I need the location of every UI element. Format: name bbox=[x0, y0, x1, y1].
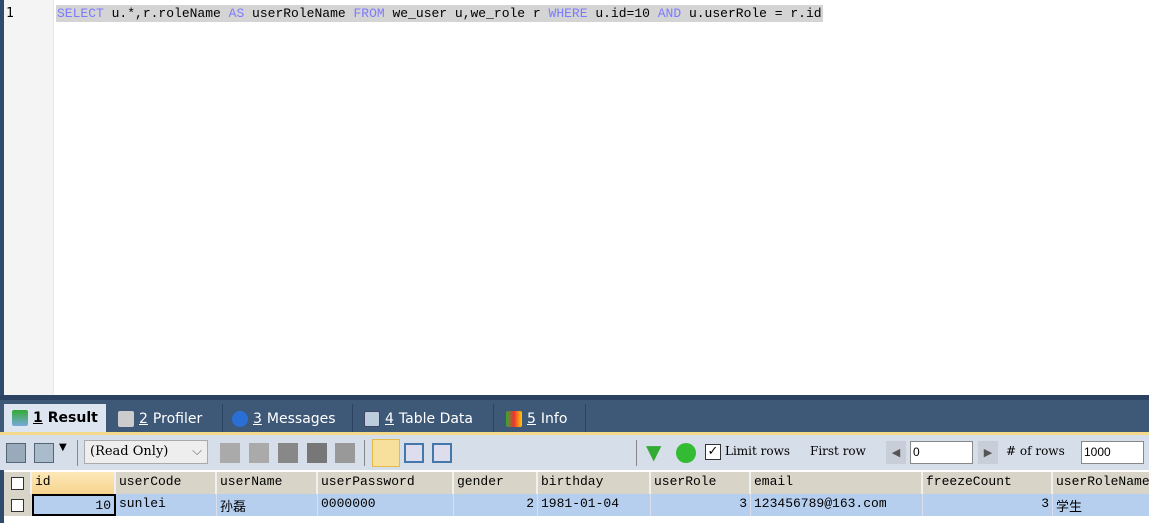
tab-result[interactable]: 1 Result bbox=[4, 404, 106, 432]
sql-token: u.userRole = r.id bbox=[681, 6, 822, 21]
save-icon[interactable] bbox=[278, 443, 298, 463]
form-view-icon[interactable] bbox=[404, 443, 424, 463]
tab-number: 2 bbox=[139, 411, 148, 427]
grid-cell[interactable]: 0000000 bbox=[318, 494, 454, 516]
tab-label: Messages bbox=[266, 411, 336, 427]
line-gutter: 1 bbox=[4, 0, 54, 395]
grid-cell[interactable]: 1981-01-04 bbox=[538, 494, 651, 516]
sql-token: userRoleName bbox=[244, 6, 354, 21]
grid-cell[interactable]: 学生 bbox=[1053, 494, 1149, 516]
sql-keyword: SELECT bbox=[57, 6, 104, 21]
sql-token: u.*,r.roleName bbox=[103, 6, 229, 21]
column-header-userPassword[interactable]: userPassword bbox=[318, 472, 454, 494]
sql-token: u.id=10 bbox=[587, 6, 658, 21]
checkbox-box bbox=[10, 476, 24, 490]
column-header-gender[interactable]: gender bbox=[454, 472, 538, 494]
grid-cell[interactable]: 孙磊 bbox=[217, 494, 318, 516]
sql-token: we_user u,we_role r bbox=[384, 6, 549, 21]
sql-editor[interactable]: 1 SELECT u.*,r.roleName AS userRoleName … bbox=[4, 0, 1149, 395]
sql-keyword: AS bbox=[228, 6, 245, 21]
previous-page-button[interactable]: ◀ bbox=[886, 441, 906, 464]
grid-cell[interactable]: 2 bbox=[454, 494, 538, 516]
tab-label: Profiler bbox=[152, 411, 203, 427]
sql-keyword: FROM bbox=[353, 6, 385, 21]
tab-label: Result bbox=[47, 410, 98, 426]
tab-number: 4 bbox=[385, 411, 394, 427]
tab-divider bbox=[585, 404, 586, 432]
toolbar-divider bbox=[77, 440, 78, 466]
table-icon bbox=[364, 411, 380, 427]
table-row[interactable]: 10 sunlei 孙磊 0000000 2 1981-01-04 3 123456789@1… bbox=[4, 494, 1149, 516]
tab-number: 1 bbox=[33, 410, 43, 426]
chevron-down-icon: ⌵ bbox=[192, 444, 202, 459]
column-header-email[interactable]: email bbox=[751, 472, 923, 494]
column-header-userRoleName[interactable]: userRoleName bbox=[1053, 472, 1149, 494]
filter-icon[interactable]: ▼ bbox=[646, 440, 661, 464]
export-icon[interactable] bbox=[6, 443, 26, 463]
sql-keyword: AND bbox=[657, 6, 682, 21]
num-rows-label: # of rows bbox=[1006, 444, 1065, 458]
grid-cell[interactable]: 123456789@163.com bbox=[751, 494, 923, 516]
result-tab-bar: 1 Result 2 Profiler 3 Messages 4 Table Data … bbox=[0, 395, 1149, 432]
cancel-changes-icon[interactable] bbox=[335, 443, 355, 463]
info-blocks-icon bbox=[506, 411, 522, 427]
column-header-userName[interactable]: userName bbox=[217, 472, 318, 494]
grid-cell[interactable]: sunlei bbox=[116, 494, 217, 516]
grid-header-row: id userCode userName userPassword gender birt… bbox=[4, 472, 1149, 494]
info-bubble-icon bbox=[232, 411, 248, 427]
grid-cell[interactable]: 10 bbox=[32, 494, 116, 516]
sql-keyword: WHERE bbox=[548, 6, 588, 21]
num-rows-input[interactable]: 1000 bbox=[1081, 441, 1144, 464]
tab-divider bbox=[222, 404, 223, 432]
column-header-userCode[interactable]: userCode bbox=[116, 472, 217, 494]
select-value: (Read Only) bbox=[90, 444, 169, 459]
tab-label: Info bbox=[540, 411, 568, 427]
toolbar-divider bbox=[364, 440, 365, 466]
first-row-input[interactable]: 0 bbox=[910, 441, 973, 464]
delete-icon[interactable] bbox=[307, 443, 327, 463]
column-header-userRole[interactable]: userRole bbox=[651, 472, 751, 494]
column-header-birthday[interactable]: birthday bbox=[538, 472, 651, 494]
row-checkbox[interactable] bbox=[4, 494, 32, 516]
refresh-icon[interactable] bbox=[676, 443, 696, 463]
tab-table-data[interactable]: 4 Table Data bbox=[356, 406, 481, 432]
result-icon bbox=[12, 410, 28, 426]
profiler-icon bbox=[118, 411, 134, 427]
first-row-label: First row bbox=[810, 444, 866, 458]
next-page-button[interactable]: ▶ bbox=[978, 441, 998, 464]
grid-cell[interactable]: 3 bbox=[651, 494, 751, 516]
column-header-id[interactable]: id bbox=[32, 472, 116, 494]
limit-rows-label: Limit rows bbox=[725, 444, 791, 458]
grid-view-icon[interactable] bbox=[372, 439, 400, 467]
chevron-down-icon[interactable]: ▼ bbox=[59, 442, 67, 453]
result-mode-select[interactable]: (Read Only) ⌵ bbox=[84, 440, 208, 464]
line-number: 1 bbox=[6, 6, 14, 21]
add-row-icon[interactable] bbox=[220, 443, 240, 463]
tab-label: Table Data bbox=[398, 411, 474, 427]
tab-info[interactable]: 5 Info bbox=[498, 406, 575, 432]
select-all-checkbox[interactable] bbox=[4, 472, 32, 494]
tab-number: 5 bbox=[527, 411, 536, 427]
tab-number: 3 bbox=[253, 411, 262, 427]
column-header-freezeCount[interactable]: freezeCount bbox=[923, 472, 1053, 494]
tab-messages[interactable]: 3 Messages bbox=[224, 406, 344, 432]
toolbar-divider bbox=[636, 440, 637, 466]
duplicate-row-icon[interactable] bbox=[249, 443, 269, 463]
checkbox-box bbox=[11, 498, 24, 512]
text-view-icon[interactable] bbox=[432, 443, 452, 463]
limit-rows-checkbox[interactable]: ✓ bbox=[705, 444, 721, 460]
sql-query-text[interactable]: SELECT u.*,r.roleName AS userRoleName FR… bbox=[56, 5, 823, 22]
grid-cell[interactable]: 3 bbox=[923, 494, 1053, 516]
tab-divider bbox=[352, 404, 353, 432]
tab-divider bbox=[493, 404, 494, 432]
result-toolbar: ▼ (Read Only) ⌵ ▼ ✓ Limit rows First row … bbox=[0, 435, 1149, 470]
tab-profiler[interactable]: 2 Profiler bbox=[110, 406, 210, 432]
import-dropdown-icon[interactable] bbox=[34, 443, 54, 463]
